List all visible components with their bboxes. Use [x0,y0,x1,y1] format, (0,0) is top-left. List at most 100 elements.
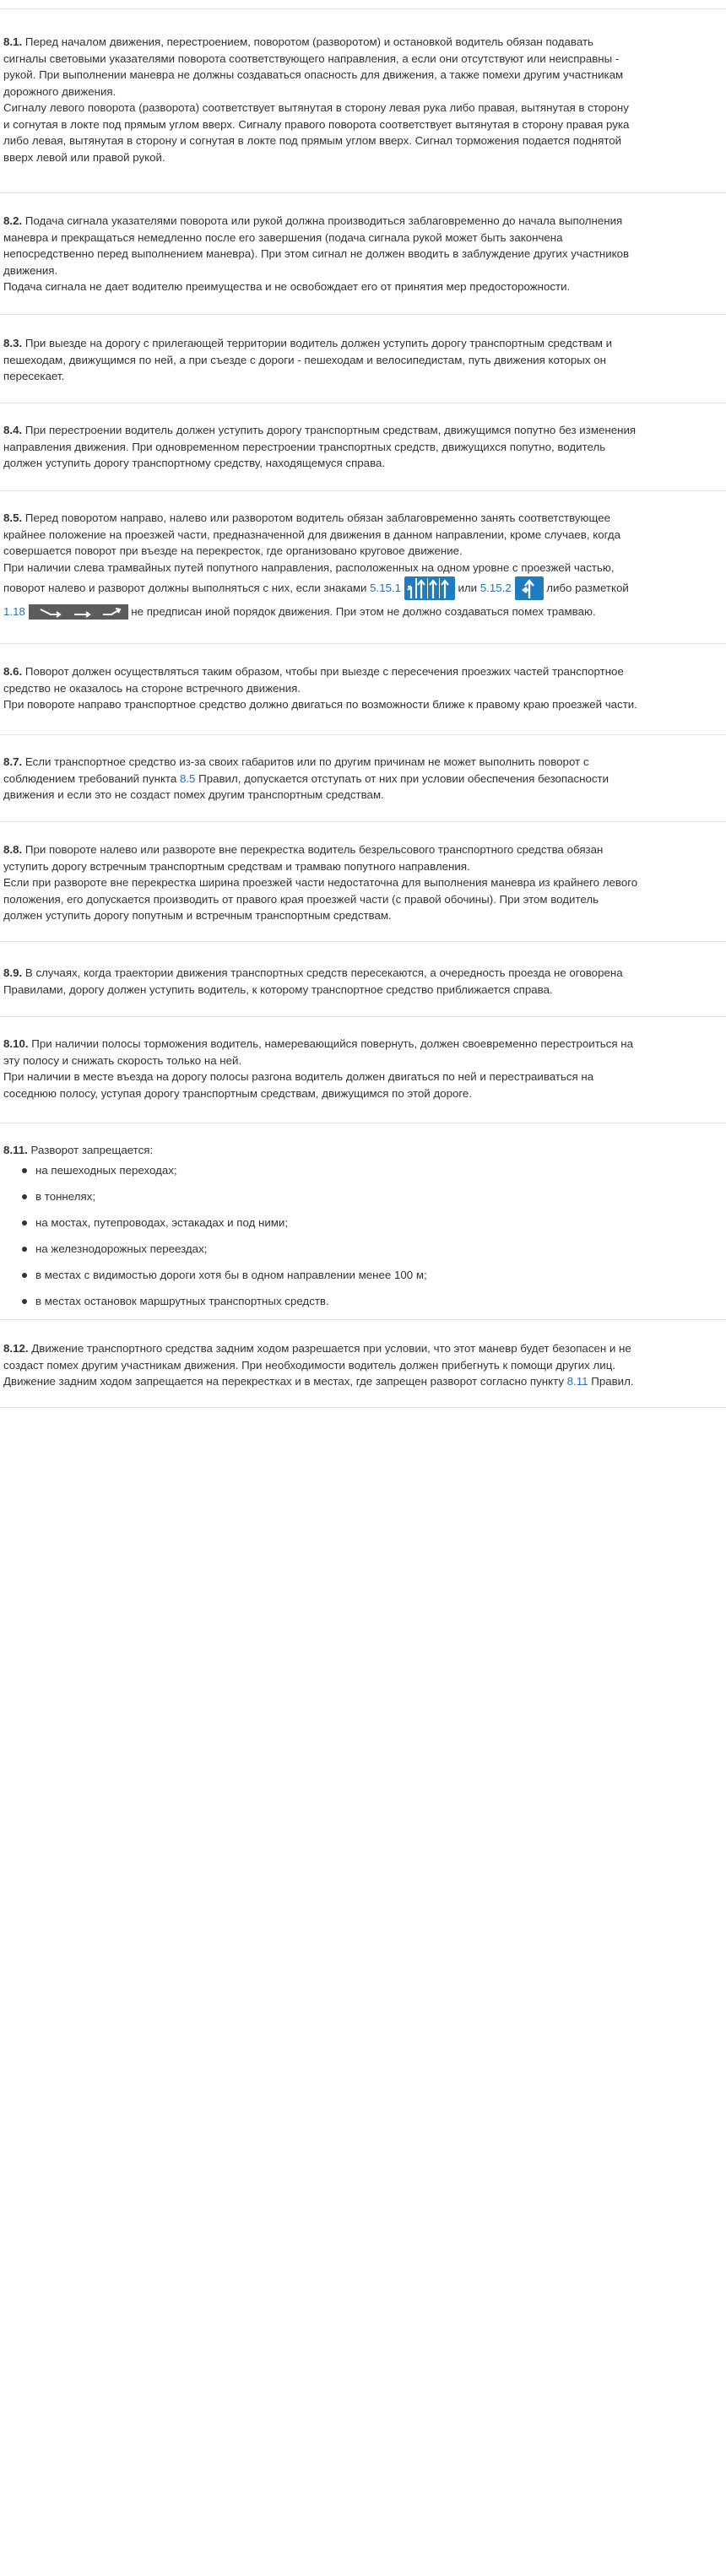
restriction-list: на пешеходных переходах; в тоннелях; на … [3,1162,723,1319]
rule-text: Если транспортное средство из-за своих г… [24,755,589,768]
lane-direction-sign-icon [404,576,455,601]
rule-number: 8.5. [3,511,23,524]
rule-8-2: 8.2. Подача сигнала указателями поворота… [3,213,723,295]
list-item: на мостах, путепроводах, эстакадах и под… [22,1215,723,1241]
rule-text: не предписан иной порядок движения. При … [127,605,596,618]
rule-number: 8.10. [3,1037,29,1050]
rule-text: Подача сигнала не дает водителю преимуще… [3,280,571,293]
rule-text: движения. [3,263,58,277]
rule-text: пересекает. [3,370,65,382]
rule-text: совершается поворот при въезде на перекр… [3,544,463,557]
rule-8-1: 8.1. Перед началом движения, перестроени… [3,34,723,165]
rule-8-9: 8.9. В случаях, когда траектории движени… [3,965,723,998]
rule-text: средство не оказалось на стороне встречн… [3,681,301,695]
rule-text-line: 1.18 не предписан иной порядок движения.… [3,601,723,623]
rule-8-7: 8.7. Если транспортное средство из-за св… [3,754,723,804]
rule-text: крайнее положение на проезжей части, пре… [3,528,621,541]
rule-text: пешеходам, движущимся по ней, а при съез… [3,353,606,366]
rule-text: либо разметкой [543,582,629,594]
rule-text: положения, его допускается производить о… [3,892,599,906]
divider [0,314,726,315]
rule-text: соблюдением требований пункта [3,771,180,785]
divider [0,941,726,942]
rule-text: либо левая, вытянутая в сторону и согнут… [3,134,622,147]
rule-text: Перед началом движения, перестроением, п… [24,35,593,48]
rule-number: 8.6. [3,665,23,678]
list-item: на железнодорожных переездах; [22,1241,723,1267]
divider [0,1407,726,1408]
rule-8-6: 8.6. Поворот должен осуществляться таким… [3,663,723,713]
rule-text: направления движения. При одновременном … [3,440,606,453]
rule-text: Правил, допускается отступать от них при… [195,771,610,785]
divider [0,821,726,822]
list-item: на пешеходных переходах; [22,1162,723,1188]
link-sign-5-15-2[interactable]: 5.15.2 [480,582,512,594]
rule-text: вверх левой или правой рукой. [3,150,165,164]
rule-text: должен уступить дорогу попутным и встреч… [3,909,392,922]
list-item: в местах с видимостью дороги хотя бы в о… [22,1267,723,1293]
divider [0,192,726,193]
rule-text: При выезде на дорогу с прилегающей терри… [24,337,613,349]
rule-8-12: 8.12. Движение транспортного средства за… [3,1340,723,1390]
divider [0,643,726,644]
rule-8-11: 8.11. Разворот запрещается: на пешеходны… [3,1142,723,1319]
rule-text: сигналы световыми указателями поворота с… [3,51,620,65]
list-item: в тоннелях; [22,1188,723,1215]
rule-text-line: соблюдением требований пункта 8.5 Правил… [3,771,723,787]
divider [0,8,726,9]
rule-text: эту полосу и снижать скорость только на … [3,1053,242,1067]
rule-text: Правилами, дорогу должен уступить водите… [3,982,553,996]
rule-text: При наличии слева трамвайных путей попут… [3,560,615,574]
rule-text: Сигналу левого поворота (разворота) соот… [3,101,629,114]
rule-text-line: поворот налево и разворот должны выполня… [3,576,723,601]
rule-text: должен уступить дорогу транспортному сре… [3,457,386,469]
rule-text: При перестроении водитель должен уступит… [24,424,637,436]
rule-number: 8.8. [3,843,23,856]
link-marking-1-18[interactable]: 1.18 [3,605,25,618]
rule-8-5: 8.5. Перед поворотом направо, налево или… [3,510,723,623]
rule-8-8: 8.8. При повороте налево или развороте в… [3,842,723,924]
rule-text: уступить дорогу встречным транспортным с… [3,859,470,873]
rule-number: 8.2. [3,214,23,227]
rule-text: Движение транспортного средства задним х… [31,1342,631,1355]
rule-8-10: 8.10. При наличии полосы торможения води… [3,1036,723,1101]
rule-text: рукой. При выполнении маневра не должны … [3,68,624,81]
rule-text: и согнутая в локте под прямым углом ввер… [3,117,630,131]
rule-text: Если при развороте вне перекрестка ширин… [3,876,638,889]
link-rule-8-5[interactable]: 8.5 [180,772,196,785]
rule-8-4: 8.4. При перестроении водитель должен ус… [3,422,723,472]
link-rule-8-11[interactable]: 8.11 [567,1375,588,1388]
rule-number: 8.4. [3,424,23,436]
rule-text: В случаях, когда траектории движения тра… [24,966,623,979]
rule-text: При наличии полосы торможения водитель, … [31,1037,634,1050]
divider [0,734,726,735]
rule-text: или [454,582,480,594]
rule-text: Правил. [588,1375,634,1388]
rule-text: Движение задним ходом запрещается на пер… [3,1375,567,1388]
rule-number: 8.3. [3,337,23,349]
rule-text: Перед поворотом направо, налево или разв… [24,511,611,524]
rule-text: При повороте направо транспортное средст… [3,698,637,711]
rule-text: создаст помех другим участникам движения… [3,1358,616,1372]
rule-text: непосредственно перед выполнением маневр… [3,247,630,260]
rule-text: Подача сигнала указателями поворота или … [24,214,623,227]
lane-arrows-marking-icon [28,604,128,620]
rule-text: Разворот запрещается: [30,1144,154,1156]
rule-number: 8.9. [3,966,23,979]
rule-text: поворот налево и разворот должны выполня… [3,582,371,594]
rule-number: 8.1. [3,35,23,48]
lane-direction-sign-icon [514,576,544,601]
list-item: в местах остановок маршрутных транспортн… [22,1293,723,1319]
rule-text: соседнюю полосу, уступая дорогу транспор… [3,1086,473,1100]
divider [0,490,726,491]
divider [0,1319,726,1320]
link-sign-5-15-1[interactable]: 5.15.1 [370,582,401,594]
rule-text-line: Движение задним ходом запрещается на пер… [3,1373,723,1390]
rule-number: 8.11. [3,1144,28,1156]
rule-text: дорожного движения. [3,84,116,98]
rule-number: 8.7. [3,755,23,768]
rule-text: При повороте налево или развороте вне пе… [24,843,604,856]
rule-text: При наличии в месте въезда на дорогу пол… [3,1070,594,1083]
rule-text: маневра и прекращаться немедленно после … [3,230,563,244]
rule-number: 8.12. [3,1342,29,1355]
